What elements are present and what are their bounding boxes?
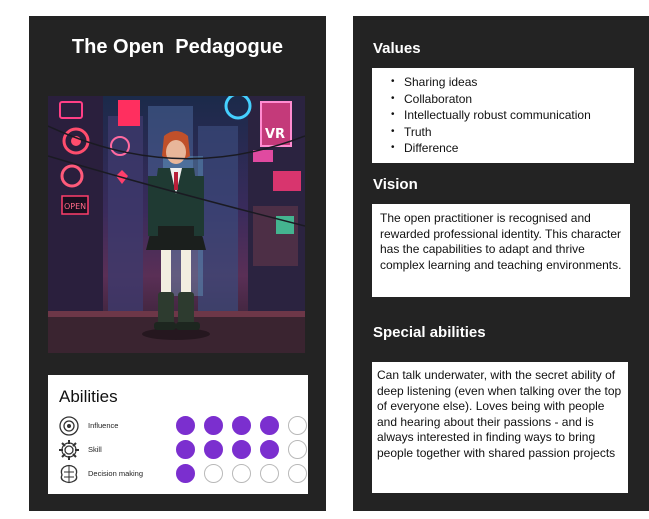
decision-brain-icon [58,463,80,485]
rating-dot-empty [232,464,251,483]
rating-dot-filled [204,440,223,459]
card-title: The Open Pedagogue [71,36,284,58]
abilities-panel: Abilities Influence Skill Decision making [48,375,308,494]
ability-label: Skill [88,445,102,454]
abilities-heading: Abilities [59,387,118,406]
value-item: Collaboraton [391,91,628,108]
skill-gear-icon [58,439,80,461]
character-card: The Open Pedagogue OPEN VR Abilities Inf… [29,16,326,511]
ability-row-decision-making: Decision making [58,463,307,487]
rating-dot-filled [232,416,251,435]
rating-dot-filled [176,416,195,435]
values-list: Sharing ideasCollaboratonIntellectually … [378,74,628,157]
special-abilities-heading: Special abilities [373,324,486,341]
rating-dot-empty [288,464,307,483]
vision-heading: Vision [373,176,418,193]
rating-dot-empty [260,464,279,483]
influence-icon [58,415,80,437]
rating-dot-filled [176,440,195,459]
value-item: Difference [391,140,628,157]
values-heading: Values [373,40,421,57]
value-item: Truth [391,124,628,141]
values-box: Sharing ideasCollaboratonIntellectually … [372,68,634,163]
value-item: Sharing ideas [391,74,628,91]
rating-dot-filled [260,416,279,435]
rating-dot-empty [204,464,223,483]
value-item: Intellectually robust communication [391,107,628,124]
ability-label: Decision making [88,469,144,478]
rating-dot-empty [288,440,307,459]
character-portrait: OPEN VR [48,96,305,353]
rating-dot-empty [288,416,307,435]
rating-dot-filled [204,416,223,435]
character-details-card: Values Sharing ideasCollaboratonIntellec… [353,16,649,511]
portrait-sign-open: OPEN [64,202,86,211]
rating-dot-filled [176,464,195,483]
rating-dot-filled [232,440,251,459]
portrait-sign-vr: VR [265,127,285,142]
ability-label: Influence [88,421,119,430]
ability-row-skill: Skill [58,439,307,463]
special-abilities-text: Can talk underwater, with the secret abi… [372,362,628,493]
vision-text: The open practitioner is recognised and … [372,204,630,297]
ability-row-influence: Influence [58,415,307,439]
rating-dot-filled [260,440,279,459]
